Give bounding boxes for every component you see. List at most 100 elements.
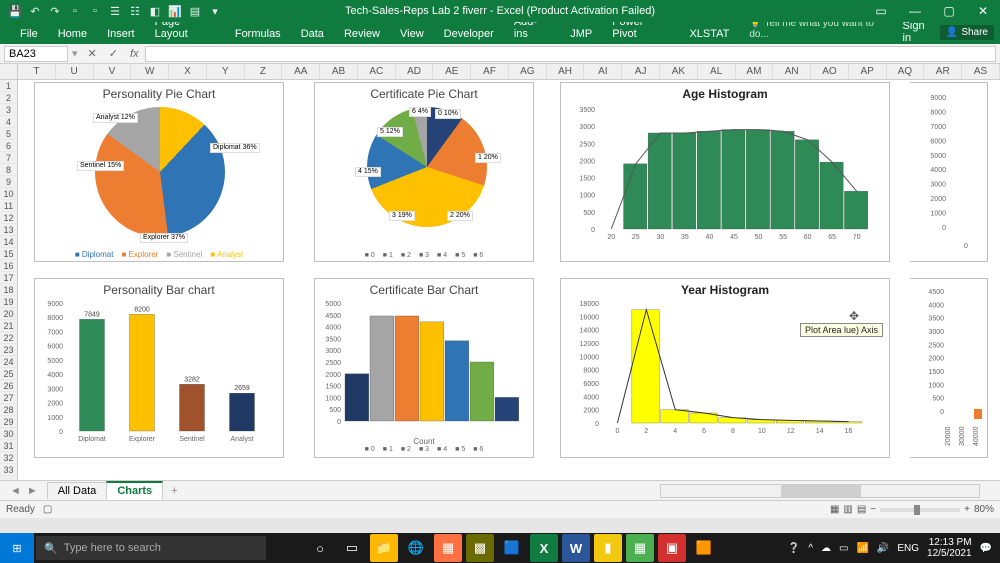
sheet-tab-charts[interactable]: Charts: [106, 481, 163, 500]
worksheet-area[interactable]: Personality Pie Chart Analyst 12% Diplom…: [18, 80, 1000, 480]
excel-app-icon[interactable]: X: [530, 534, 558, 562]
tray-icon[interactable]: ❔: [788, 543, 800, 554]
redo-icon[interactable]: ↷: [48, 4, 62, 18]
app-icon[interactable]: ▦: [434, 534, 462, 562]
maximize-button[interactable]: ▢: [932, 0, 966, 22]
qat-icon[interactable]: ☰: [108, 4, 122, 18]
enter-icon[interactable]: ✓: [103, 47, 124, 60]
sign-in-link[interactable]: Sign in: [903, 20, 934, 44]
view-page-icon[interactable]: ▥: [843, 504, 852, 515]
app-icon[interactable]: 🟧: [690, 534, 718, 562]
tab-view[interactable]: View: [390, 24, 434, 44]
task-view-icon[interactable]: ▭: [338, 534, 366, 562]
namebox-dropdown-icon[interactable]: ▾: [68, 47, 82, 60]
app-icon[interactable]: ▮: [594, 534, 622, 562]
zoom-in-icon[interactable]: +: [964, 504, 970, 515]
share-button[interactable]: 👤 Share: [940, 25, 994, 40]
tab-developer[interactable]: Developer: [434, 24, 504, 44]
horizontal-scrollbar[interactable]: [660, 484, 980, 498]
sheet-nav[interactable]: ◄►: [0, 485, 48, 497]
sheet-tab-all-data[interactable]: All Data: [47, 482, 108, 499]
undo-icon[interactable]: ↶: [28, 4, 42, 18]
save-icon[interactable]: 💾: [8, 4, 22, 18]
clock-date[interactable]: 12/5/2021: [927, 548, 972, 559]
notifications-icon[interactable]: 💬: [980, 543, 992, 554]
tab-data[interactable]: Data: [291, 24, 334, 44]
fx-icon[interactable]: fx: [124, 48, 145, 60]
chart-fragment-top[interactable]: 0100020003000400050006000700080009000 0: [910, 82, 988, 262]
volume-icon[interactable]: 🔊: [877, 543, 889, 554]
svg-text:6000: 6000: [930, 138, 946, 145]
column-headers[interactable]: TUVWXYZAAABACADAEAFAGAHAIAJAKALAMANAOAPA…: [0, 64, 1000, 80]
battery-icon[interactable]: ▭: [839, 543, 848, 554]
chart-year-histogram[interactable]: Year Histogram 0200040006000800010000120…: [560, 278, 890, 458]
app-icon[interactable]: 🟦: [498, 534, 526, 562]
tray-icon[interactable]: ☁: [821, 543, 831, 554]
slice-label: 6 4%: [409, 107, 431, 117]
wifi-icon[interactable]: 📶: [856, 543, 868, 554]
qat-more-icon[interactable]: ▾: [208, 4, 222, 18]
qat-icon[interactable]: 📊: [168, 4, 182, 18]
tray-chevron-icon[interactable]: ^: [808, 543, 813, 554]
qat-icon[interactable]: ☷: [128, 4, 142, 18]
app-icon[interactable]: ▦: [626, 534, 654, 562]
next-sheet-icon[interactable]: ►: [27, 485, 38, 497]
slice-label: 4 15%: [355, 167, 381, 177]
chart-legend: Diplomat Explorer Sentinel Analyst: [35, 250, 283, 259]
cortana-icon[interactable]: ○: [306, 534, 334, 562]
new-sheet-button[interactable]: +: [163, 485, 185, 497]
chart-fragment-bottom[interactable]: 050010001500200025003000350040004500 200…: [910, 278, 988, 458]
svg-text:18000: 18000: [580, 301, 600, 308]
qat-icon[interactable]: ◧: [148, 4, 162, 18]
macro-record-icon[interactable]: ▢: [43, 504, 52, 515]
tab-formulas[interactable]: Formulas: [225, 24, 291, 44]
word-app-icon[interactable]: W: [562, 534, 590, 562]
chart-certificate-bar[interactable]: Certificate Bar Chart 050010001500200025…: [314, 278, 534, 458]
svg-text:0: 0: [591, 227, 595, 234]
tab-file[interactable]: File: [10, 24, 48, 44]
view-normal-icon[interactable]: ▦: [830, 504, 839, 515]
select-all-corner[interactable]: [0, 64, 18, 79]
zoom-level[interactable]: 80%: [974, 504, 994, 515]
app-icon[interactable]: ▩: [466, 534, 494, 562]
tab-xlstat[interactable]: XLSTAT: [679, 24, 739, 44]
tab-home[interactable]: Home: [48, 24, 97, 44]
start-button[interactable]: ⊞: [0, 533, 34, 563]
svg-text:1000: 1000: [579, 193, 595, 200]
qat-icon[interactable]: ▫: [88, 4, 102, 18]
app-icon[interactable]: 📁: [370, 534, 398, 562]
svg-text:14: 14: [816, 428, 824, 435]
svg-text:6000: 6000: [583, 381, 599, 388]
chart-personality-pie[interactable]: Personality Pie Chart Analyst 12% Diplom…: [34, 82, 284, 262]
cancel-icon[interactable]: ✕: [82, 47, 103, 60]
ribbon-options-icon[interactable]: ▭: [864, 0, 898, 22]
minimize-button[interactable]: —: [898, 0, 932, 22]
chart-personality-bar[interactable]: Personality Bar chart 010002000300040005…: [34, 278, 284, 458]
chart-certificate-pie[interactable]: Certificate Pie Chart 0 10% 1 20% 2 20% …: [314, 82, 534, 262]
taskbar-search[interactable]: 🔍 Type here to search: [36, 536, 266, 560]
zoom-slider[interactable]: [880, 508, 960, 512]
tab-jmp[interactable]: JMP: [560, 24, 602, 44]
row-headers[interactable]: 1234567891011121314151617181920212223242…: [0, 80, 18, 480]
chart-age-histogram[interactable]: Age Histogram 05001000150020002500300035…: [560, 82, 890, 262]
qat-icon[interactable]: ▤: [188, 4, 202, 18]
qat-icon[interactable]: ▫: [68, 4, 82, 18]
formula-input[interactable]: [145, 46, 996, 62]
app-icon[interactable]: ▣: [658, 534, 686, 562]
svg-text:8200: 8200: [134, 306, 150, 313]
svg-text:2500: 2500: [928, 342, 944, 349]
system-tray[interactable]: ❔ ^ ☁ ▭ 📶 🔊 ENG 12:13 PM 12/5/2021 💬: [788, 537, 1000, 559]
language-indicator[interactable]: ENG: [897, 543, 919, 554]
svg-text:65: 65: [828, 234, 836, 241]
zoom-out-icon[interactable]: −: [870, 504, 876, 515]
view-break-icon[interactable]: ▤: [857, 504, 866, 515]
status-ready: Ready: [6, 504, 35, 515]
name-box[interactable]: BA23: [4, 46, 68, 62]
clock-time[interactable]: 12:13 PM: [927, 537, 972, 548]
prev-sheet-icon[interactable]: ◄: [10, 485, 21, 497]
svg-text:30: 30: [656, 234, 664, 241]
app-icon[interactable]: 🌐: [402, 534, 430, 562]
close-button[interactable]: ✕: [966, 0, 1000, 22]
tab-review[interactable]: Review: [334, 24, 390, 44]
tab-insert[interactable]: Insert: [97, 24, 145, 44]
